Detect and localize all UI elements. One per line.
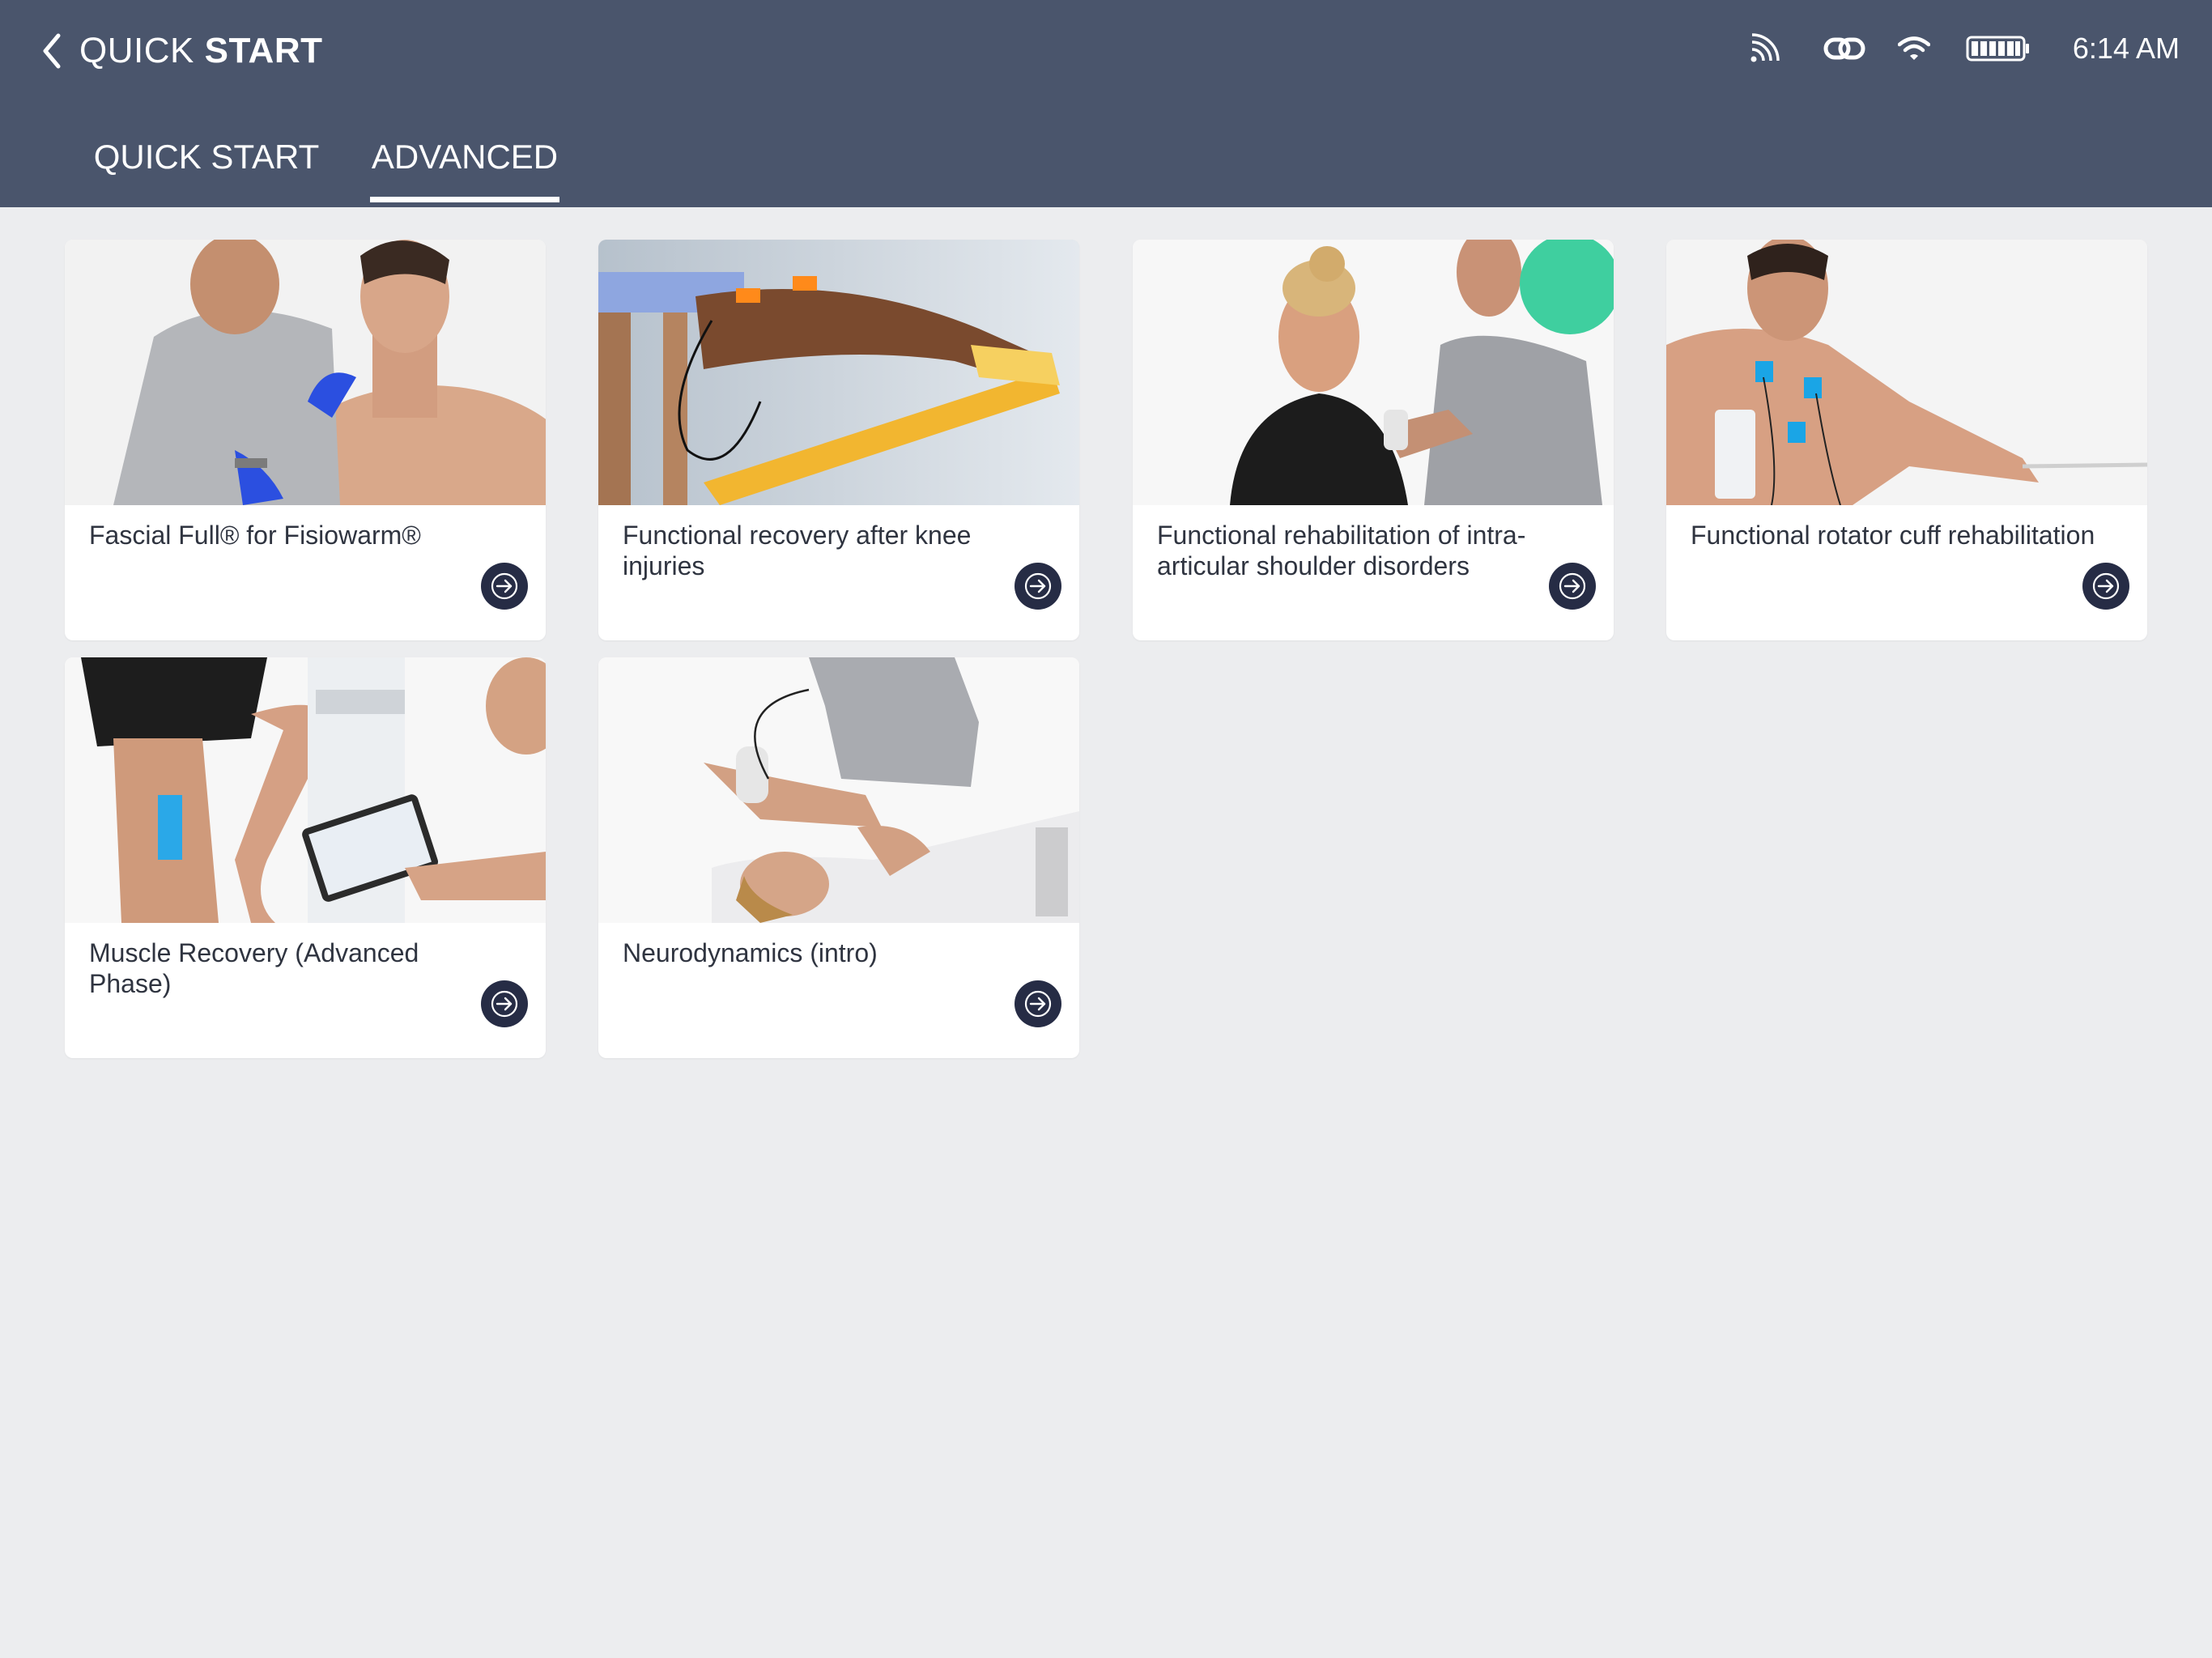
card-image: [598, 657, 1079, 923]
status-bar: 6:14 AM: [1749, 29, 2180, 68]
back-button[interactable]: QUICK START: [39, 29, 322, 73]
card-image: [65, 240, 546, 505]
protocol-card[interactable]: Neurodynamics (intro): [598, 657, 1079, 1058]
arrow-right-icon: [2092, 572, 2120, 600]
battery-icon: [1966, 35, 2031, 62]
card-title: Functional rehabilitation of intra-artic…: [1157, 521, 1526, 580]
protocol-card[interactable]: Functional recovery after knee injuries: [598, 240, 1079, 640]
open-arrow-button[interactable]: [1015, 980, 1061, 1027]
clock: 6:14 AM: [2072, 32, 2180, 65]
chevron-left-icon: [43, 33, 61, 69]
wifi-icon: [1897, 36, 1930, 62]
tab-quick-start[interactable]: QUICK START: [89, 130, 324, 207]
arrow-right-icon: [1024, 990, 1052, 1018]
open-arrow-button[interactable]: [1015, 563, 1061, 610]
open-arrow-button[interactable]: [1549, 563, 1596, 610]
protocol-card[interactable]: Muscle Recovery (Advanced Phase): [65, 657, 546, 1058]
card-image: [65, 657, 546, 923]
link-icon: [1823, 35, 1865, 62]
arrow-right-icon: [1559, 572, 1586, 600]
open-arrow-button[interactable]: [481, 980, 528, 1027]
card-title: Neurodynamics (intro): [623, 938, 878, 967]
tab-advanced[interactable]: ADVANCED: [370, 130, 559, 207]
arrow-right-icon: [491, 572, 518, 600]
card-title: Fascial Full® for Fisiowarm®: [89, 521, 421, 550]
card-image: [1133, 240, 1614, 505]
signal-feed-icon: [1749, 33, 1780, 64]
card-title: Functional recovery after knee injuries: [623, 521, 972, 580]
arrow-right-icon: [491, 990, 518, 1018]
card-image: [1666, 240, 2147, 505]
card-title: Muscle Recovery (Advanced Phase): [89, 938, 419, 998]
protocol-card[interactable]: Fascial Full® for Fisiowarm®: [65, 240, 546, 640]
card-image: [598, 240, 1079, 505]
protocol-card[interactable]: Functional rehabilitation of intra-artic…: [1133, 240, 1614, 640]
page-title: QUICK START: [79, 31, 323, 70]
tab-bar: QUICK START ADVANCED: [0, 130, 2212, 207]
open-arrow-button[interactable]: [481, 563, 528, 610]
card-title: Functional rotator cuff rehabilitation: [1691, 521, 2095, 550]
open-arrow-button[interactable]: [2082, 563, 2129, 610]
top-bar: QUICK START 6:14 AM QUICK START ADVANCED: [0, 0, 2212, 207]
arrow-right-icon: [1024, 572, 1052, 600]
protocol-card[interactable]: Functional rotator cuff rehabilitation: [1666, 240, 2147, 640]
